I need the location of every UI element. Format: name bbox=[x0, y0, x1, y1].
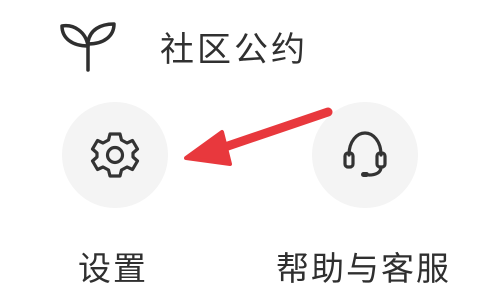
community-guidelines-item[interactable]: 社区公约 bbox=[58, 18, 308, 74]
gear-icon bbox=[88, 128, 142, 182]
sprout-icon bbox=[58, 18, 120, 74]
help-support-button[interactable] bbox=[312, 102, 418, 208]
help-support-label: 帮助与客服 bbox=[276, 249, 451, 288]
community-guidelines-label: 社区公约 bbox=[160, 29, 308, 70]
settings-button[interactable] bbox=[62, 102, 168, 208]
profile-menu-grid: 社区公约 设置 帮助与客服 bbox=[0, 0, 500, 300]
headset-icon bbox=[337, 127, 393, 183]
settings-label: 设置 bbox=[78, 249, 148, 288]
